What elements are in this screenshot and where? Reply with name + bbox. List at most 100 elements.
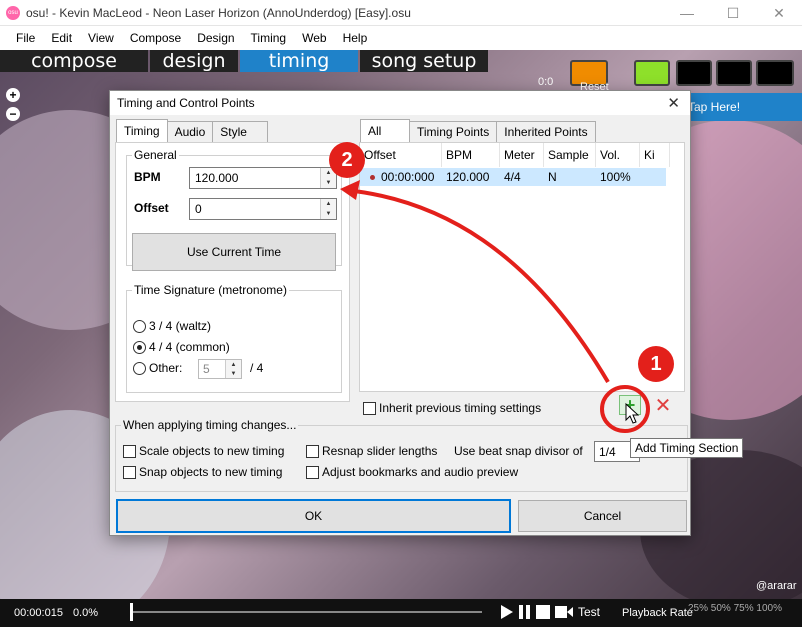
scale-objects-row[interactable]: Scale objects to new timing — [123, 444, 284, 458]
window-controls: — ☐ ✕ — [664, 0, 802, 26]
scale-objects-checkbox[interactable] — [123, 444, 136, 458]
stop-icon[interactable] — [536, 605, 550, 619]
osu-logo-icon: osu — [6, 5, 20, 20]
cell-offset: 00:00:000 — [360, 168, 442, 186]
tab-compose[interactable]: compose — [0, 50, 148, 72]
column-ki[interactable]: Ki — [640, 143, 670, 167]
cell-vol: 100% — [600, 170, 631, 184]
minimize-button[interactable]: — — [664, 0, 710, 26]
spin-down-icon[interactable]: ▼ — [225, 369, 241, 378]
combo-colour-swatch[interactable] — [716, 60, 752, 86]
bpm-input[interactable]: 120.000 ▲ ▼ — [189, 167, 337, 189]
tab-timing-points[interactable]: Timing Points — [409, 121, 498, 142]
radio-button[interactable] — [133, 340, 146, 354]
offset-input[interactable]: 0 ▲ ▼ — [189, 198, 337, 220]
inherit-checkbox-row[interactable]: Inherit previous timing settings — [363, 401, 541, 415]
progress-percent: 0.0% — [72, 607, 99, 619]
column-offset[interactable]: Offset — [360, 143, 442, 167]
column-bpm[interactable]: BPM — [442, 143, 500, 167]
adjust-bookmarks-row[interactable]: Adjust bookmarks and audio preview — [306, 465, 518, 479]
bpm-label: BPM — [134, 170, 161, 184]
resnap-slider-row[interactable]: Resnap slider lengths — [306, 444, 437, 458]
playback-rate-options[interactable]: 25% 50% 75% 100% — [688, 603, 782, 614]
column-vol[interactable]: Vol. — [596, 143, 640, 167]
step-badge-2: 2 — [329, 142, 365, 178]
tab-design[interactable]: design — [150, 50, 238, 72]
tab-all[interactable]: All — [360, 119, 410, 142]
timing-dialog: Timing and Control Points ✕ Timing Audio… — [109, 90, 691, 536]
window-titlebar: osu osu! - Kevin MacLeod - Neon Laser Ho… — [0, 0, 802, 26]
test-button[interactable]: Test — [578, 605, 600, 619]
adjust-bookmarks-checkbox[interactable] — [306, 465, 319, 479]
delete-timing-section-button[interactable]: ✕ — [653, 395, 673, 417]
close-button[interactable]: ✕ — [756, 0, 802, 26]
tab-inherited-points[interactable]: Inherited Points — [496, 121, 596, 142]
radio-waltz[interactable]: 3 / 4 (waltz) — [133, 319, 211, 333]
menu-compose[interactable]: Compose — [122, 31, 189, 45]
spin-up-icon[interactable]: ▲ — [225, 360, 241, 369]
timeline-playhead[interactable] — [130, 603, 133, 621]
radio-button[interactable] — [133, 361, 146, 375]
offset-spinner[interactable]: ▲ ▼ — [320, 199, 336, 219]
ok-button[interactable]: OK — [116, 499, 511, 533]
offset-text: 00:00:000 — [381, 170, 435, 184]
spin-down-icon[interactable]: ▼ — [320, 178, 336, 188]
general-legend: General — [134, 148, 177, 162]
cell-meter: 4/4 — [504, 170, 521, 184]
menu-edit[interactable]: Edit — [43, 31, 80, 45]
pause-icon[interactable] — [518, 604, 532, 620]
editor-mode-tabs: compose design timing song setup — [0, 50, 490, 72]
timeline-track[interactable] — [132, 611, 482, 613]
column-sample[interactable]: Sample — [544, 143, 596, 167]
other-spinner[interactable]: ▲ ▼ — [225, 360, 241, 378]
menu-view[interactable]: View — [80, 31, 122, 45]
menu-design[interactable]: Design — [189, 31, 242, 45]
table-row[interactable]: 00:00:000 120.000 4/4 N 100% — [360, 168, 666, 186]
beat-snap-label: Use beat snap divisor of — [454, 444, 583, 458]
column-meter[interactable]: Meter — [500, 143, 544, 167]
radio-common[interactable]: 4 / 4 (common) — [133, 340, 230, 354]
snap-objects-checkbox[interactable] — [123, 465, 136, 479]
maximize-button[interactable]: ☐ — [710, 0, 756, 26]
play-icon[interactable] — [500, 604, 514, 620]
playback-rate-label: Playback Rate — [622, 607, 693, 619]
cell-bpm: 120.000 — [446, 170, 490, 184]
zoom-out-button[interactable]: − — [6, 107, 20, 121]
inherit-checkbox[interactable] — [363, 401, 376, 415]
tab-song-setup[interactable]: song setup — [360, 50, 488, 72]
timing-point-icon — [370, 174, 375, 180]
spin-up-icon[interactable]: ▲ — [320, 199, 336, 209]
menu-help[interactable]: Help — [335, 31, 376, 45]
tab-style[interactable]: Style — [212, 121, 269, 142]
combo-colour-swatch[interactable] — [676, 60, 712, 86]
radio-other[interactable]: Other: — [133, 361, 182, 375]
use-current-time-button[interactable]: Use Current Time — [132, 233, 336, 271]
radio-label: 3 / 4 (waltz) — [149, 319, 212, 333]
resnap-slider-label: Resnap slider lengths — [322, 444, 438, 458]
tab-timing[interactable]: timing — [240, 50, 358, 72]
tab-timing[interactable]: Timing — [116, 119, 168, 142]
snap-objects-row[interactable]: Snap objects to new timing — [123, 465, 282, 479]
radio-label: Other: — [149, 361, 183, 375]
beat-snap-value: 1/4 — [599, 445, 616, 459]
cancel-button[interactable]: Cancel — [518, 500, 687, 532]
timing-points-list: Offset BPM Meter Sample Vol. Ki 00:00:00… — [359, 142, 685, 392]
dialog-titlebar: Timing and Control Points ✕ — [110, 91, 690, 115]
video-icon[interactable] — [554, 604, 574, 620]
resnap-slider-checkbox[interactable] — [306, 444, 319, 458]
menu-web[interactable]: Web — [294, 31, 334, 45]
dialog-close-button[interactable]: ✕ — [667, 94, 680, 112]
other-meter-suffix: / 4 — [250, 361, 264, 375]
add-timing-section-button[interactable]: + — [619, 395, 641, 415]
playback-bar: 00:00:015 0.0% Test Playback Rate 25% 50… — [0, 599, 802, 627]
zoom-in-button[interactable]: + — [6, 88, 20, 102]
spin-down-icon[interactable]: ▼ — [320, 209, 336, 219]
other-meter-input[interactable]: 5 ▲ ▼ — [198, 359, 242, 379]
combo-colour-swatch[interactable] — [634, 60, 670, 86]
cell-sample: N — [548, 170, 557, 184]
combo-colour-swatch[interactable] — [756, 60, 794, 86]
menu-file[interactable]: File — [8, 31, 43, 45]
radio-button[interactable] — [133, 319, 146, 333]
menu-timing[interactable]: Timing — [243, 31, 295, 45]
tab-audio[interactable]: Audio — [166, 121, 214, 142]
